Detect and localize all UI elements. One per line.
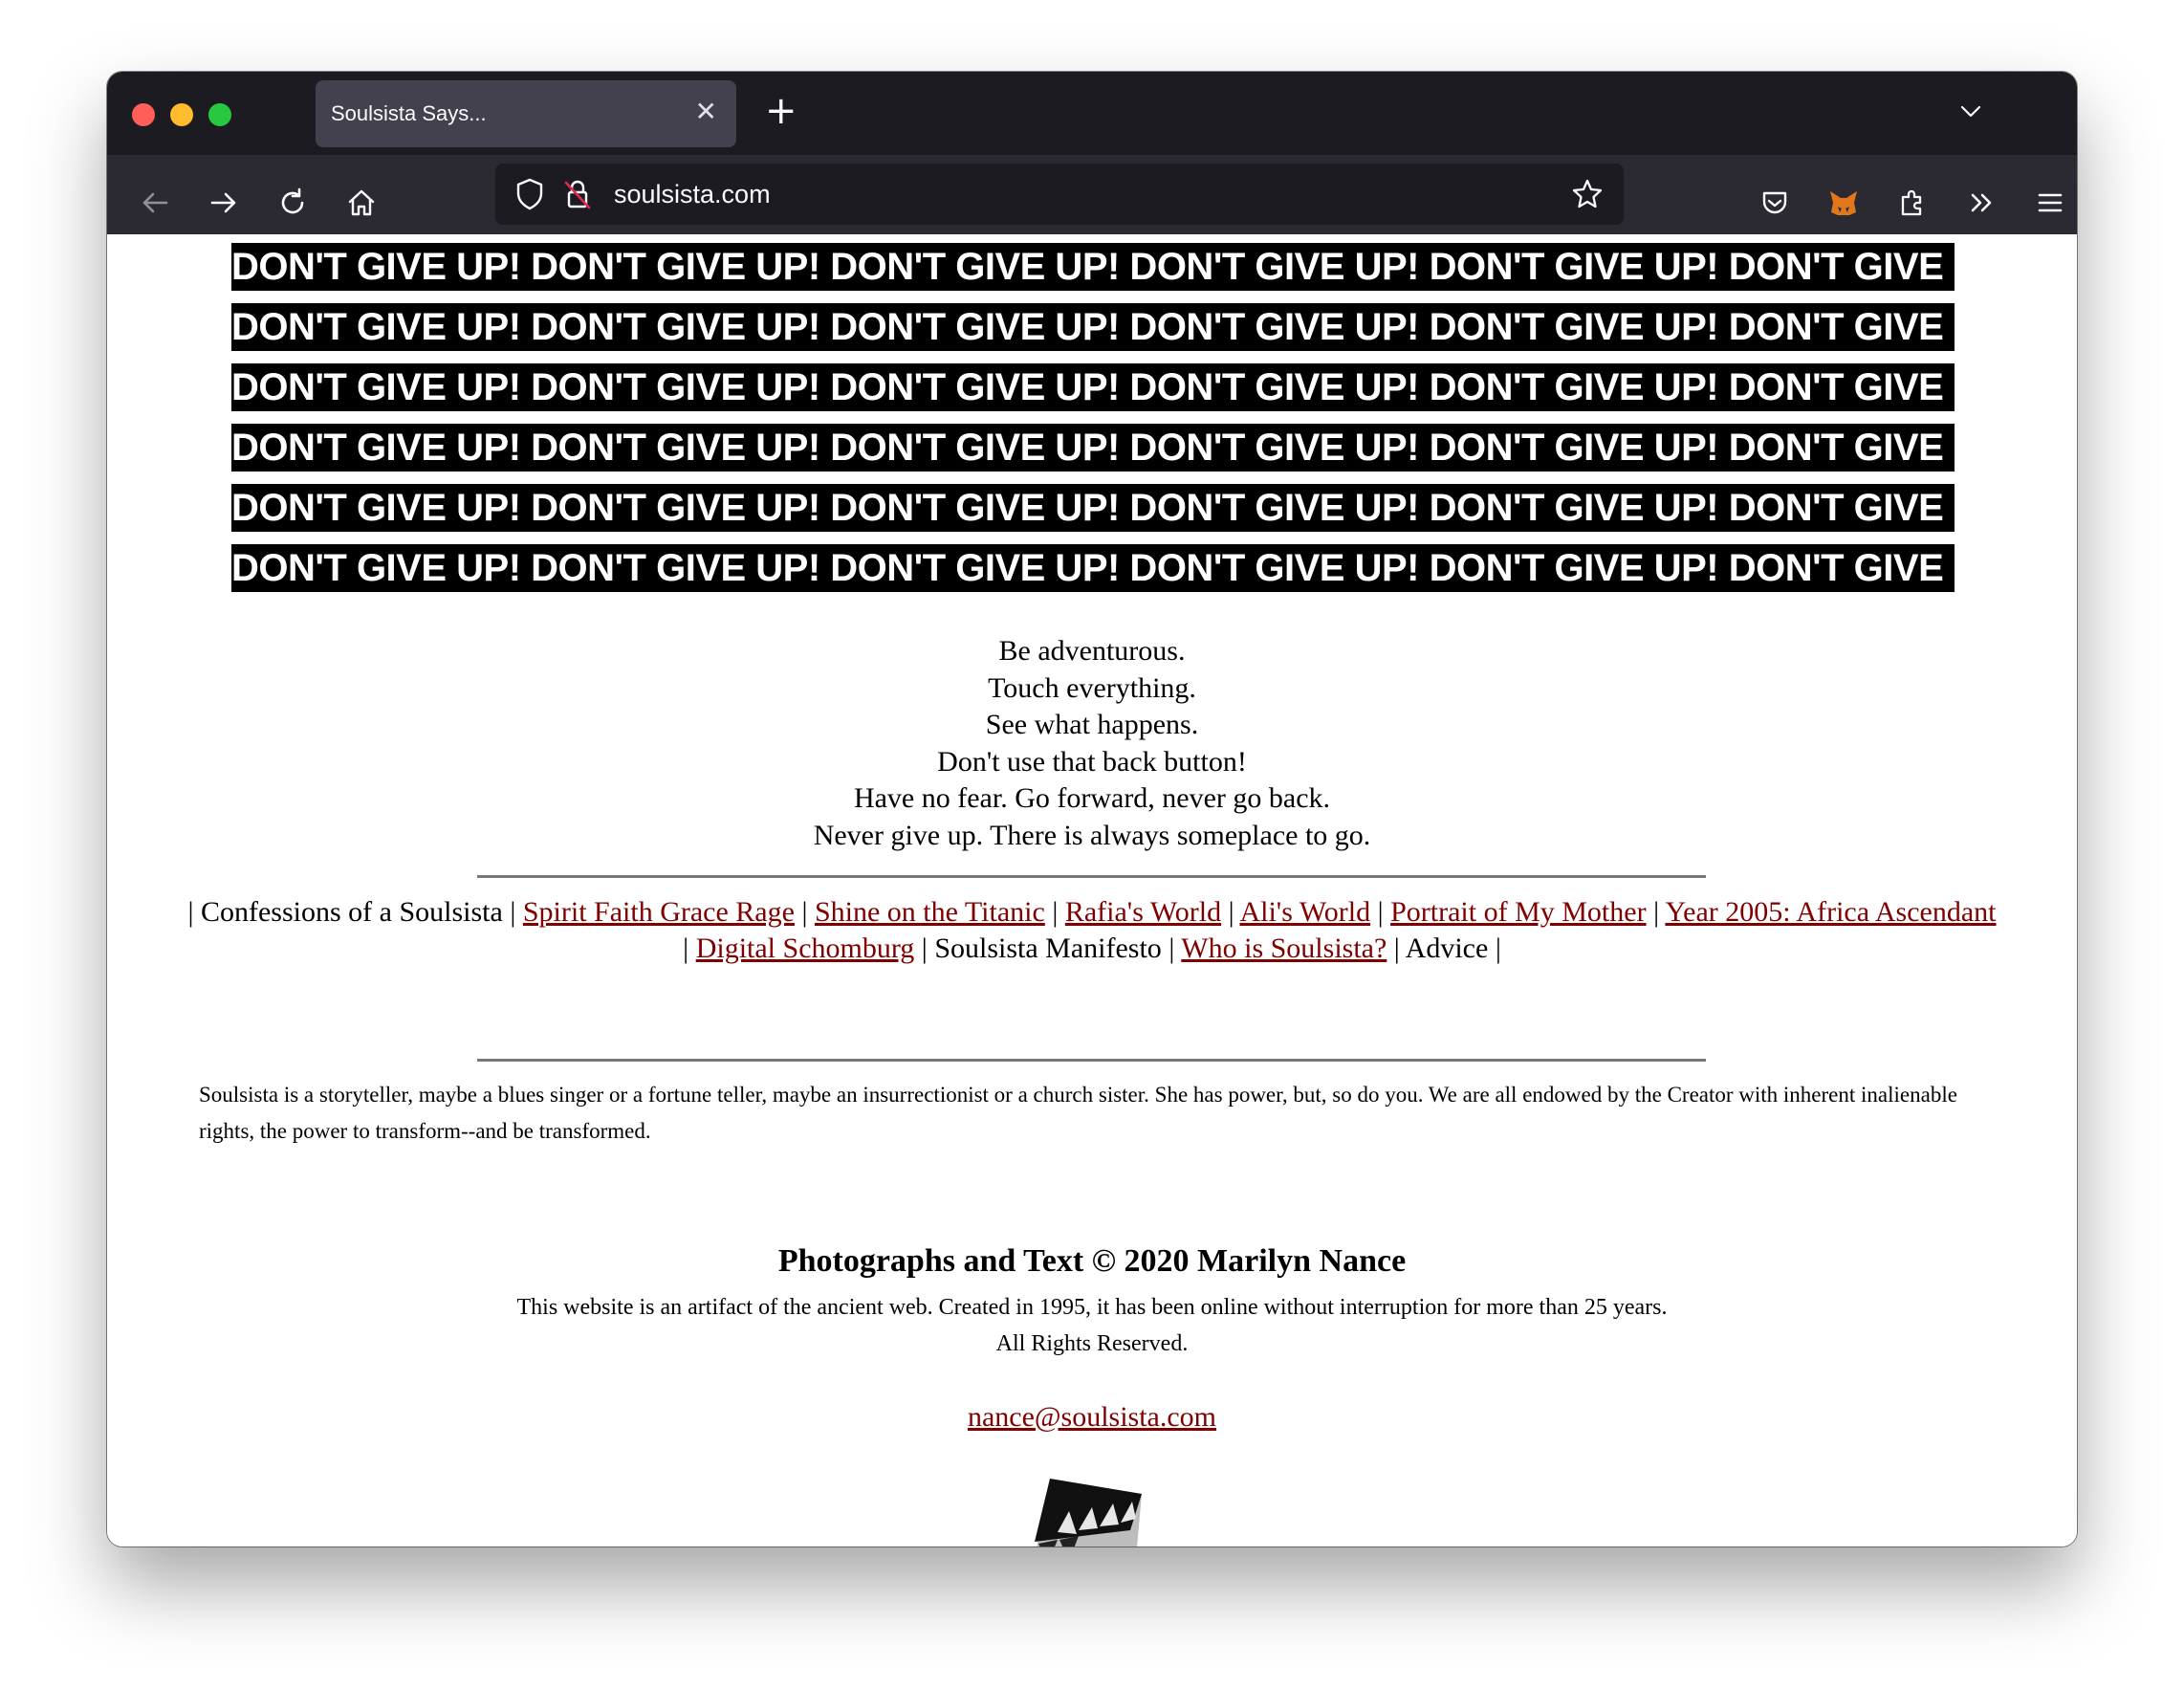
email-link[interactable]: nance@soulsista.com: [107, 1401, 2077, 1434]
nav-link-year-2005[interactable]: Year 2005: Africa Ascendant: [1665, 896, 1996, 928]
nav-link-shine-on-the-titanic[interactable]: Shine on the Titanic: [815, 896, 1045, 928]
banner-row: DON'T GIVE UP! DON'T GIVE UP! DON'T GIVE…: [231, 424, 1955, 472]
banner-row: DON'T GIVE UP! DON'T GIVE UP! DON'T GIVE…: [231, 363, 1955, 411]
nav-link-spirit-faith-grace-rage[interactable]: Spirit Faith Grace Rage: [523, 896, 795, 928]
reload-icon[interactable]: [273, 184, 312, 222]
nav-link-rafias-world[interactable]: Rafia's World: [1065, 896, 1221, 928]
nav-link-alis-world[interactable]: Ali's World: [1239, 896, 1370, 928]
nav-advice: Advice: [1405, 932, 1489, 964]
tab-bar: Soulsista Says... ✕ +: [107, 72, 2077, 155]
url-text[interactable]: soulsista.com: [614, 180, 771, 209]
menu-icon[interactable]: [2031, 184, 2069, 222]
banner-row: DON'T GIVE UP! DON'T GIVE UP! DON'T GIVE…: [231, 303, 1955, 351]
pocket-icon[interactable]: [1756, 184, 1794, 222]
shield-icon[interactable]: [511, 175, 549, 213]
about-paragraph: Soulsista is a storyteller, maybe a blue…: [199, 1083, 1957, 1143]
tab-list-icon[interactable]: [1960, 100, 1981, 121]
nav-link-portrait-of-my-mother[interactable]: Portrait of My Mother: [1390, 896, 1646, 928]
metamask-icon[interactable]: [1824, 184, 1863, 222]
banner-row: DON'T GIVE UP! DON'T GIVE UP! DON'T GIVE…: [231, 484, 1955, 532]
zoom-window-button[interactable]: [208, 103, 231, 126]
divider-bottom: [477, 1059, 1706, 1062]
overflow-icon[interactable]: [1962, 184, 2000, 222]
rights-text: All Rights Reserved.: [995, 1331, 1189, 1356]
close-icon[interactable]: ✕: [695, 98, 717, 126]
nav-confessions: Confessions of a Soulsista: [200, 896, 503, 928]
nav-link-who-is-soulsista[interactable]: Who is Soulsista?: [1181, 932, 1387, 964]
poem: Be adventurous. Touch everything. See wh…: [107, 633, 2077, 854]
divider-top: [477, 875, 1706, 878]
star-icon[interactable]: [1568, 175, 1606, 213]
dont-give-up-banner: DON'T GIVE UP! DON'T GIVE UP! DON'T GIVE…: [231, 243, 1955, 604]
page-content: DON'T GIVE UP! DON'T GIVE UP! DON'T GIVE…: [107, 234, 2077, 1546]
back-icon[interactable]: [136, 184, 174, 222]
forward-icon[interactable]: [205, 184, 243, 222]
artifact-note: This website is an artifact of the ancie…: [107, 1289, 2077, 1362]
copyright-heading: Photographs and Text © 2020 Marilyn Nanc…: [777, 1243, 1407, 1279]
tab-title: Soulsista Says...: [331, 101, 487, 125]
home-icon[interactable]: [342, 184, 381, 222]
nav-line-1: | Confessions of a Soulsista | Spirit Fa…: [187, 896, 1997, 928]
nav-manifesto: Soulsista Manifesto: [934, 932, 1162, 964]
poem-line: Touch everything.: [988, 671, 1196, 704]
tab-soulsista[interactable]: Soulsista Says... ✕: [316, 80, 736, 147]
url-bar[interactable]: soulsista.com: [495, 164, 1624, 225]
site-nav: | Confessions of a Soulsista | Spirit Fa…: [107, 894, 2077, 967]
extensions-icon[interactable]: [1893, 184, 1932, 222]
poem-line: Have no fear. Go forward, never go back.: [853, 782, 1331, 814]
banner-row: DON'T GIVE UP! DON'T GIVE UP! DON'T GIVE…: [231, 243, 1955, 291]
close-window-button[interactable]: [132, 103, 155, 126]
new-tab-button[interactable]: +: [765, 89, 797, 133]
nav-link-digital-schomburg[interactable]: Digital Schomburg: [696, 932, 915, 964]
lock-slash-icon[interactable]: [558, 175, 597, 213]
minimize-window-button[interactable]: [170, 103, 193, 126]
poem-line: Be adventurous.: [998, 635, 1186, 667]
poem-line: See what happens.: [985, 709, 1199, 740]
poem-line: Don't use that back button!: [937, 745, 1247, 778]
poem-line: Never give up. There is always someplace…: [813, 819, 1371, 851]
quilt-image: [1029, 1473, 1153, 1546]
browser-window: Soulsista Says... ✕ + soulsista.com DON'…: [107, 72, 2077, 1546]
banner-row: DON'T GIVE UP! DON'T GIVE UP! DON'T GIVE…: [231, 544, 1955, 592]
artifact-text: This website is an artifact of the ancie…: [516, 1295, 1668, 1320]
nav-line-2: | Digital Schomburg | Soulsista Manifest…: [683, 932, 1501, 964]
